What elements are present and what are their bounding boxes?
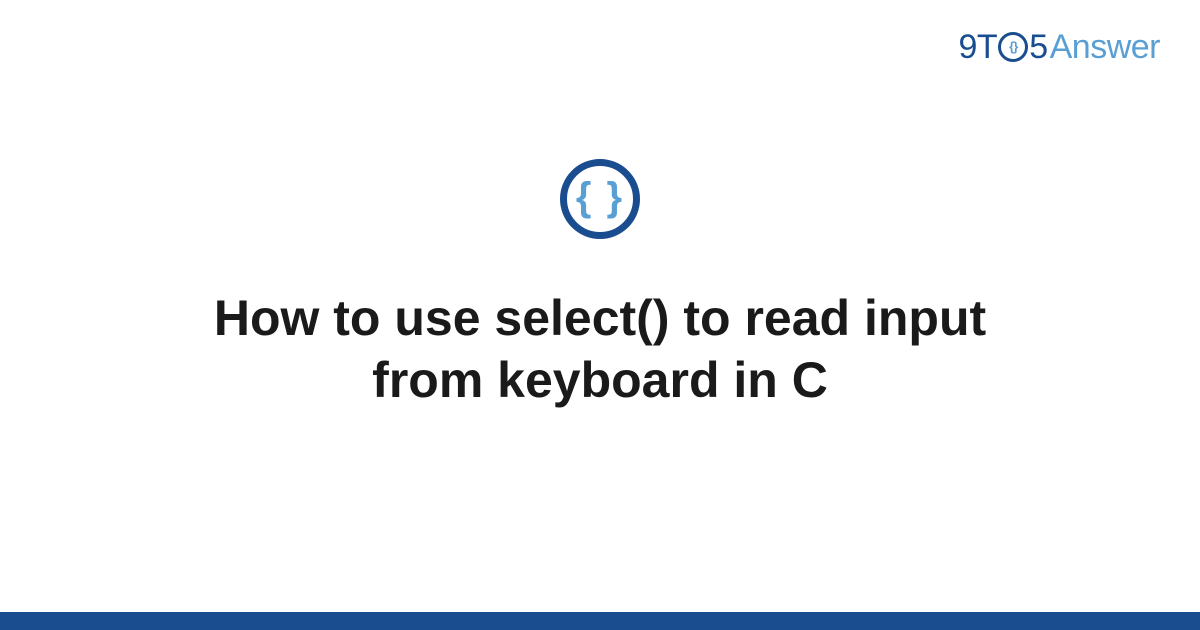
logo-text-9t: 9T — [959, 28, 998, 67]
logo-text-5: 5 — [1029, 28, 1047, 67]
site-logo: 9T 5 Answer — [959, 28, 1160, 67]
footer-accent-bar — [0, 612, 1200, 630]
main-content: { } How to use select() to read input fr… — [0, 0, 1200, 630]
logo-ring-icon — [998, 32, 1028, 62]
logo-text-answer: Answer — [1050, 28, 1160, 67]
category-code-icon: { } — [560, 159, 640, 239]
page-title: How to use select() to read input from k… — [120, 287, 1080, 412]
braces-icon: { } — [576, 177, 624, 217]
